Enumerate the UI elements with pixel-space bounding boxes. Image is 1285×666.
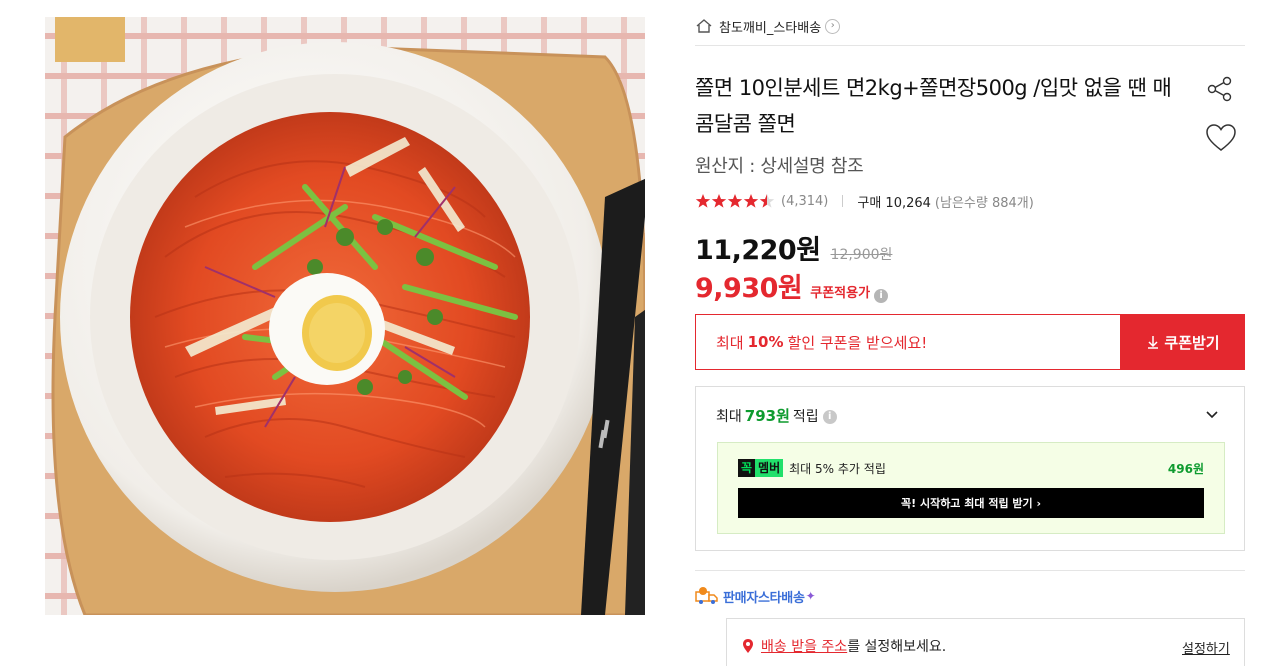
points-summary[interactable]: 최대 793원 적립 i [716,405,837,426]
chevron-right-icon: › [825,18,841,34]
coupon-price: 9,930원 [695,273,803,304]
points-suffix: 적립 [792,408,819,425]
delivery-label: 판매자스타배송 [723,590,805,606]
coupon-price-row: 9,930원 쿠폰적용가 i [695,266,889,305]
product-info-panel: 참도깨비_스타배송 › 쫄면 10인분세트 면2kg+쫄면장500g /입맛 없… [695,0,1245,666]
star-rating [695,193,775,209]
original-price: 12,900원 [830,247,893,263]
membership-badge: 꼭 멤버 [738,459,784,477]
location-pin-icon [743,639,753,653]
star-icon [695,194,711,208]
address-suffix: 를 설정해보세요. [847,639,947,655]
coupon-price-label: 쿠폰적용가 [810,286,871,301]
download-icon [1148,336,1159,349]
delivery-row: 판매자스타배송 ✦ [695,585,816,607]
star-icon [743,194,759,208]
coupon-prefix: 최대 [716,333,744,352]
origin-text: 원산지 : 상세설명 참조 [695,156,864,177]
coupon-percent: 10% [747,333,784,351]
sparkle-icon: ✦ [805,589,816,603]
product-title: 쫄면 10인분세트 면2kg+쫄면장500g /입맛 없을 땐 매콤달콤 쫄면 [695,76,1172,136]
home-icon [696,19,712,33]
points-amount: 793원 [744,407,790,425]
store-link[interactable]: 참도깨비_스타배송 › [695,14,841,38]
address-link[interactable]: 배송 받을 주소 [761,636,847,656]
divider [695,45,1245,46]
membership-line: 꼭 멤버 최대 5% 추가 적립 496원 [738,459,1204,477]
product-image[interactable] [45,17,645,615]
points-box: 최대 793원 적립 i 꼭 멤버 최대 5% 추가 적립 496원 꼭! 시작하… [695,386,1245,551]
coupon-suffix: 할인 쿠폰을 받으세요! [787,333,928,352]
info-icon[interactable]: i [874,289,889,303]
star-icon [759,194,775,208]
get-coupon-label: 쿠폰받기 [1164,333,1220,352]
membership-start-button[interactable]: 꼭! 시작하고 최대 적립 받기 › [738,488,1204,518]
info-icon[interactable]: i [822,409,837,424]
membership-text: 최대 5% 추가 적립 [789,461,886,476]
separator [842,195,844,207]
sold-count: 구매 10,264 [857,195,931,211]
set-address-link[interactable]: 설정하기 [1182,638,1230,657]
stock-count: (남은수량 884개) [934,195,1034,211]
membership-value: 496원 [1167,461,1204,476]
star-icon [727,194,743,208]
price-row: 11,220원 12,900원 [695,228,892,267]
heart-icon[interactable] [1205,123,1237,153]
store-name: 참도깨비_스타배송 [719,20,822,36]
chevron-down-icon[interactable] [1204,407,1220,423]
divider [695,570,1245,571]
points-prefix: 최대 [716,408,742,425]
badge-part-2: 멤버 [755,459,784,477]
review-count[interactable]: (4,314) [781,194,828,209]
badge-part-1: 꼭 [738,459,756,477]
address-prompt: 배송 받을 주소 를 설정해보세요. [741,636,946,656]
coupon-banner: 최대 10% 할인 쿠폰을 받으세요! [695,314,1121,370]
address-box: 배송 받을 주소 를 설정해보세요. 설정하기 [726,618,1245,666]
membership-box: 꼭 멤버 최대 5% 추가 적립 496원 꼭! 시작하고 최대 적립 받기 › [717,442,1225,534]
truck-icon [695,587,718,604]
food-photo [45,17,645,615]
rating-row: (4,314) 구매 10,264 (남은수량 884개) [695,190,1034,212]
star-icon [711,194,727,208]
sale-price: 11,220원 [695,235,821,266]
share-icon[interactable] [1205,74,1235,104]
get-coupon-button[interactable]: 쿠폰받기 [1121,314,1245,370]
